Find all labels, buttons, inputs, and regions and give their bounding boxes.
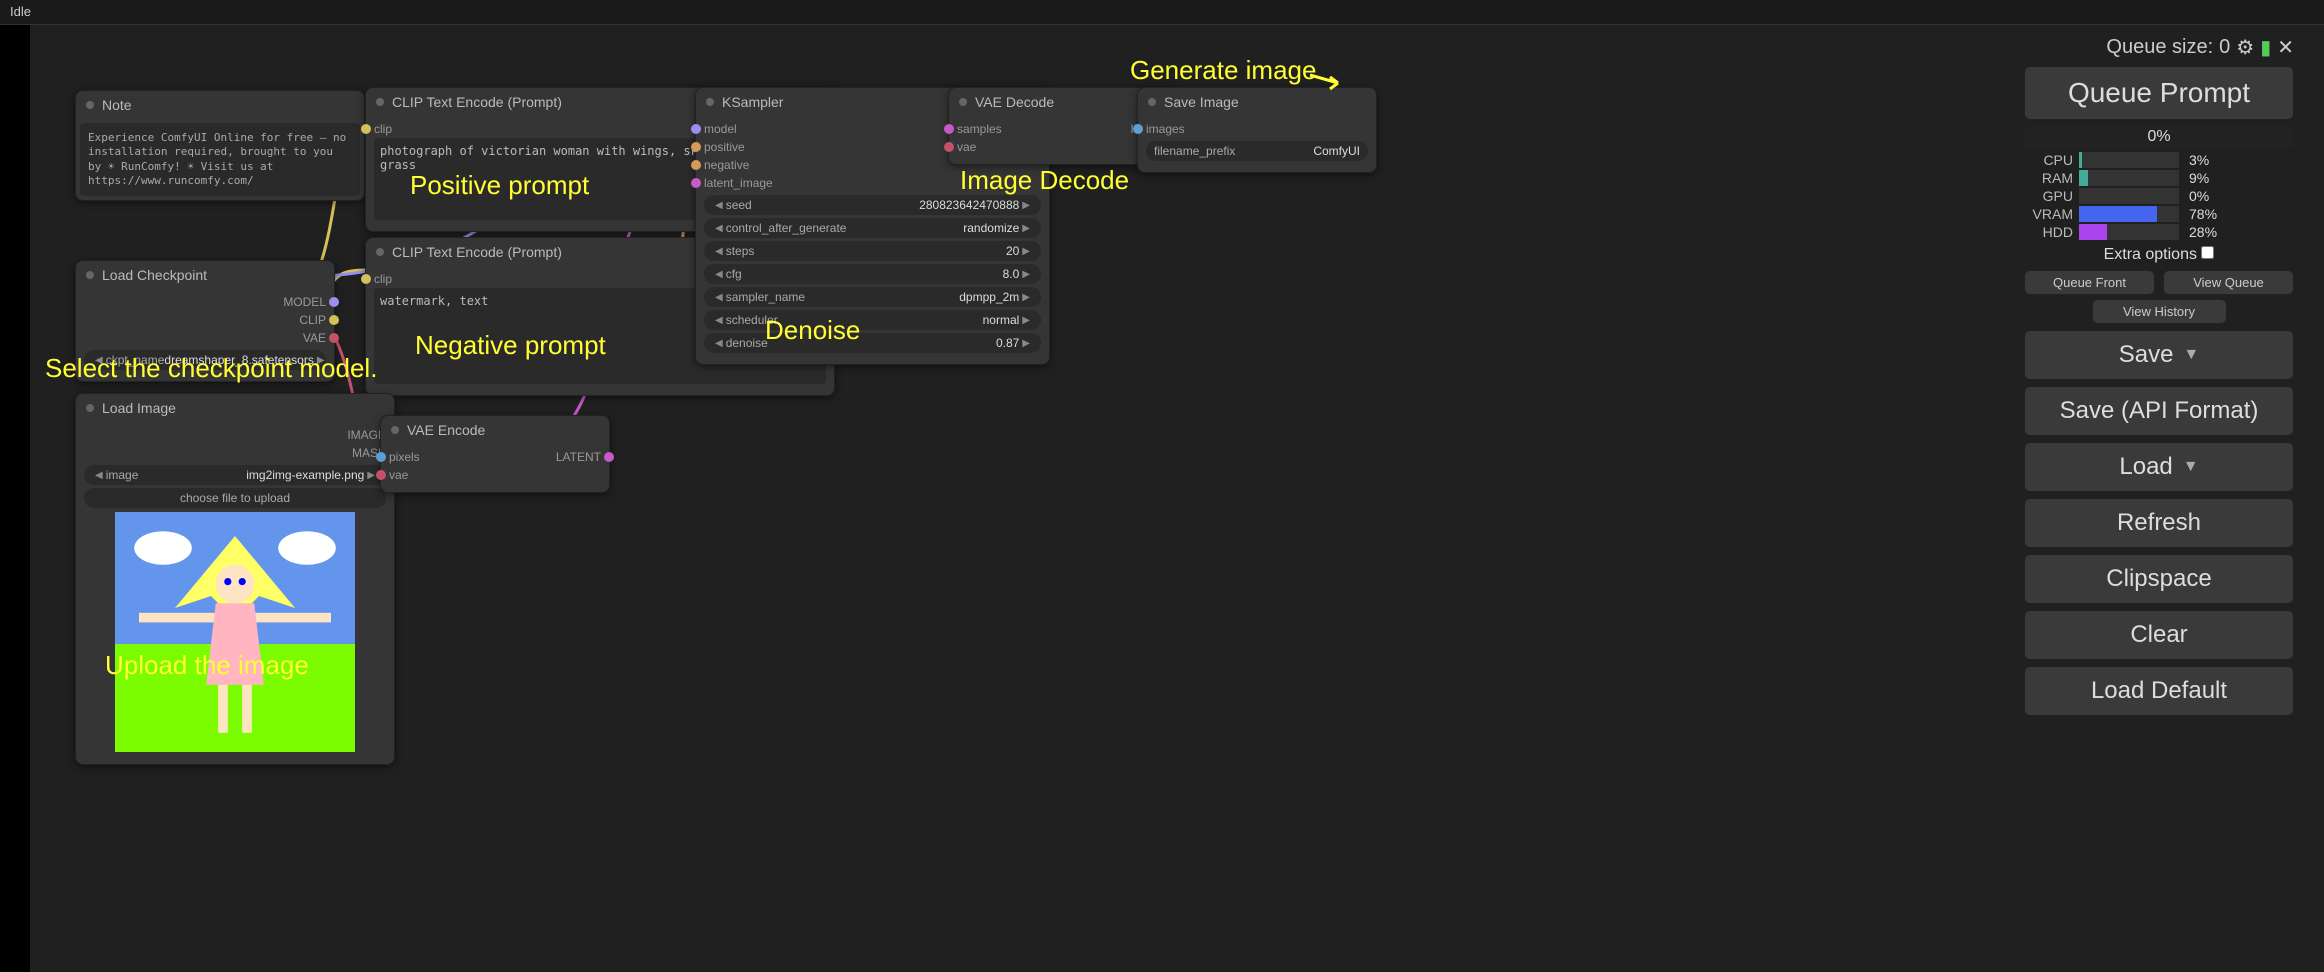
queue-size: Queue size: 0 ⚙ ▮ ✕ — [2024, 35, 2294, 60]
extra-options-checkbox[interactable] — [2201, 246, 2214, 259]
view-queue-button[interactable]: View Queue — [2163, 270, 2294, 295]
scheduler-widget[interactable]: ◀schedulernormal▶ — [704, 310, 1041, 330]
image-path-widget[interactable]: ◀ image img2img-example.png ▶ — [84, 465, 386, 485]
clear-button[interactable]: Clear — [2024, 610, 2294, 660]
gear-icon[interactable]: ⚙ — [2236, 35, 2254, 60]
node-title: Save Image — [1164, 94, 1239, 110]
node-title: Load Image — [102, 400, 176, 416]
chevron-left-icon[interactable]: ◀ — [92, 470, 106, 481]
load-default-button[interactable]: Load Default — [2024, 666, 2294, 716]
steps-widget[interactable]: ◀steps20▶ — [704, 241, 1041, 261]
power-icon[interactable]: ▮ — [2260, 35, 2271, 60]
cfg-widget[interactable]: ◀cfg8.0▶ — [704, 264, 1041, 284]
node-load-image[interactable]: Load Image IMAGE MASK ◀ image img2img-ex… — [75, 393, 395, 765]
filename-prefix-widget[interactable]: filename_prefixComfyUI — [1146, 141, 1368, 161]
node-canvas[interactable]: Note Experience ComfyUI Online for free … — [30, 25, 2324, 972]
node-title: VAE Encode — [407, 422, 485, 438]
annotation-generate: Generate image — [1130, 55, 1316, 86]
save-api-button[interactable]: Save (API Format) — [2024, 386, 2294, 436]
image-preview — [115, 512, 355, 752]
load-button[interactable]: Load▼ — [2024, 442, 2294, 492]
note-text: Experience ComfyUI Online for free — no … — [80, 123, 360, 196]
save-button[interactable]: Save▼ — [2024, 330, 2294, 380]
refresh-button[interactable]: Refresh — [2024, 498, 2294, 548]
node-title: VAE Decode — [975, 94, 1054, 110]
ckpt-name-widget[interactable]: ◀ ckpt_name dreamshaper_8.safetensors ▶ — [84, 350, 326, 370]
node-save-image[interactable]: Save Image images filename_prefixComfyUI — [1137, 87, 1377, 173]
control-widget[interactable]: ◀control_after_generaterandomize▶ — [704, 218, 1041, 238]
sidebar: Queue size: 0 ⚙ ▮ ✕ Queue Prompt 0% CPU3… — [2014, 25, 2304, 732]
extra-options: Extra options — [2024, 246, 2294, 264]
node-title: CLIP Text Encode (Prompt) — [392, 244, 562, 260]
node-title: CLIP Text Encode (Prompt) — [392, 94, 562, 110]
node-vae-encode[interactable]: VAE Encode pixelsLATENT vae — [380, 415, 610, 493]
node-note[interactable]: Note Experience ComfyUI Online for free … — [75, 90, 365, 201]
system-stats: CPU3% RAM9% GPU0% VRAM78% HDD28% — [2024, 152, 2294, 240]
queue-prompt-button[interactable]: Queue Prompt — [2024, 66, 2294, 120]
status-text: Idle — [10, 4, 31, 19]
topbar: Idle — [0, 0, 2324, 25]
seed-widget[interactable]: ◀seed280823642470888▶ — [704, 195, 1041, 215]
denoise-widget[interactable]: ◀denoise0.87▶ — [704, 333, 1041, 353]
chevron-down-icon[interactable]: ▼ — [2183, 346, 2199, 364]
chevron-right-icon[interactable]: ▶ — [314, 355, 328, 366]
chevron-left-icon[interactable]: ◀ — [92, 355, 106, 366]
clipspace-button[interactable]: Clipspace — [2024, 554, 2294, 604]
sampler-widget[interactable]: ◀sampler_namedpmpp_2m▶ — [704, 287, 1041, 307]
node-load-checkpoint[interactable]: Load Checkpoint MODEL CLIP VAE ◀ ckpt_na… — [75, 260, 335, 382]
upload-button[interactable]: choose file to upload — [84, 488, 386, 508]
progress-bar: 0% — [2024, 126, 2294, 148]
node-title: KSampler — [722, 94, 783, 110]
queue-front-button[interactable]: Queue Front — [2024, 270, 2155, 295]
view-history-button[interactable]: View History — [2092, 299, 2227, 324]
close-icon[interactable]: ✕ — [2277, 35, 2294, 60]
chevron-down-icon[interactable]: ▼ — [2183, 458, 2199, 476]
node-title: Note — [102, 97, 132, 113]
node-title: Load Checkpoint — [102, 267, 207, 283]
